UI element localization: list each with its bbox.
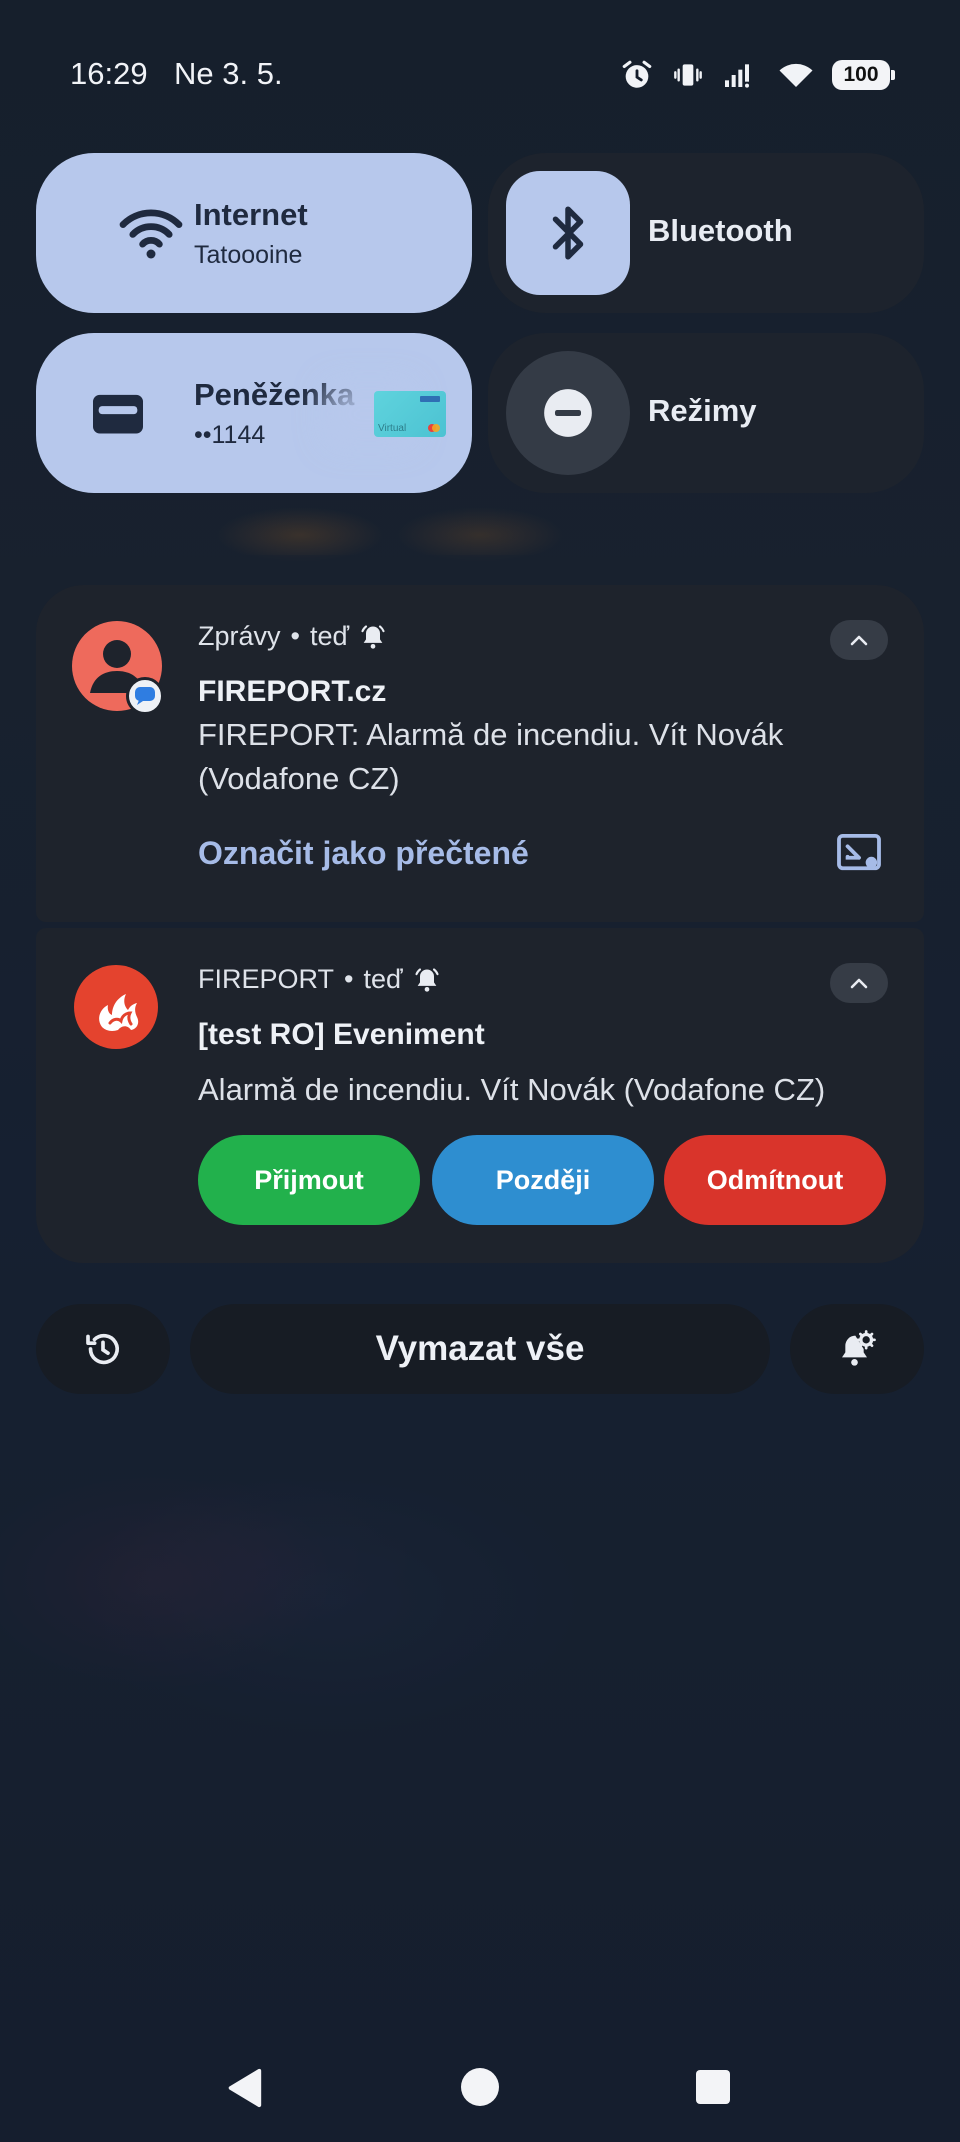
modes-toggle[interactable] bbox=[506, 351, 630, 475]
do-not-disturb-icon bbox=[544, 389, 592, 437]
fireport-app-icon bbox=[74, 965, 158, 1049]
tile-wallet-title: Peněženka bbox=[194, 377, 355, 412]
alert-bell-icon bbox=[415, 967, 439, 992]
notification-title: [test RO] Eveniment bbox=[198, 1018, 485, 1051]
tile-internet[interactable]: Internet Tatoooine bbox=[36, 153, 472, 313]
notification-meta: Zprávy • teď bbox=[198, 621, 387, 652]
tile-bluetooth[interactable]: Bluetooth bbox=[488, 153, 924, 313]
recents-icon[interactable] bbox=[696, 2070, 730, 2104]
notification-settings-button[interactable] bbox=[790, 1304, 924, 1394]
notification-time: teď bbox=[309, 621, 350, 651]
notification-messages[interactable]: Zprávy • teď FIREPORT.cz FIREPORT: Alarm… bbox=[36, 585, 924, 922]
later-button[interactable]: Později bbox=[432, 1135, 654, 1225]
history-button[interactable] bbox=[36, 1304, 170, 1394]
chat-bubble-icon bbox=[135, 687, 155, 705]
messages-app-badge bbox=[126, 677, 164, 715]
clear-all-button[interactable]: Vymazat vše bbox=[190, 1304, 770, 1394]
decline-button[interactable]: Odmítnout bbox=[664, 1135, 886, 1225]
notification-group: Zprávy • teď FIREPORT.cz FIREPORT: Alarm… bbox=[36, 585, 924, 1263]
signal-icon bbox=[725, 64, 749, 88]
alarm-icon bbox=[622, 60, 652, 88]
chevron-up-icon bbox=[850, 978, 868, 989]
contact-avatar bbox=[72, 621, 164, 715]
back-icon[interactable] bbox=[224, 2067, 264, 2109]
accept-button[interactable]: Přijmout bbox=[198, 1135, 420, 1225]
date: Ne 3. 5. bbox=[174, 56, 283, 91]
reply-window-icon[interactable] bbox=[836, 833, 882, 873]
alert-bell-icon bbox=[361, 624, 385, 649]
tile-internet-title: Internet bbox=[194, 197, 308, 232]
wallet-icon bbox=[93, 394, 143, 434]
collapse-button[interactable] bbox=[830, 963, 888, 1003]
notification-text: Alarmă de incendiu. Vít Novák (Vodafone … bbox=[198, 1072, 826, 1107]
bluetooth-toggle[interactable] bbox=[506, 171, 630, 295]
wifi-icon bbox=[119, 209, 183, 259]
bell-settings-icon bbox=[842, 1330, 876, 1366]
flame-icon bbox=[99, 994, 139, 1031]
notification-meta: FIREPORT • teď bbox=[198, 964, 441, 995]
vibrate-icon bbox=[674, 64, 702, 86]
tile-modes[interactable]: Režimy bbox=[488, 333, 924, 493]
app-name: Zprávy bbox=[198, 621, 281, 651]
tile-wallet-subtitle: ••1144 bbox=[194, 421, 266, 449]
notification-text: FIREPORT: Alarmă de incendiu. Vít Novák … bbox=[198, 717, 784, 796]
tile-bluetooth-title: Bluetooth bbox=[648, 213, 793, 248]
tile-internet-subtitle: Tatoooine bbox=[194, 241, 303, 269]
card-label: Virtual bbox=[378, 423, 407, 434]
wifi-icon bbox=[779, 63, 813, 87]
app-name: FIREPORT bbox=[198, 964, 335, 994]
mark-as-read-action[interactable]: Označit jako přečtené bbox=[198, 835, 529, 872]
home-icon[interactable] bbox=[461, 2068, 499, 2106]
status-icons: 100 bbox=[620, 58, 895, 92]
navigation-bar bbox=[0, 2063, 960, 2113]
card-brand-icon bbox=[428, 424, 440, 432]
payment-card-thumbnail: Virtual bbox=[374, 391, 446, 437]
tile-modes-title: Režimy bbox=[648, 393, 757, 428]
battery-icon: 100 bbox=[832, 60, 895, 90]
clock: 16:29 bbox=[70, 56, 148, 91]
history-icon bbox=[86, 1333, 119, 1365]
collapse-button[interactable] bbox=[830, 620, 888, 660]
notification-time: teď bbox=[363, 964, 403, 994]
bluetooth-icon bbox=[552, 206, 584, 260]
chevron-up-icon bbox=[850, 635, 868, 646]
clear-all-label: Vymazat vše bbox=[375, 1329, 585, 1368]
status-bar: 16:29 Ne 3. 5. 100 bbox=[0, 50, 960, 102]
tile-wallet[interactable]: Peněženka ••1144 Virtual bbox=[36, 333, 472, 493]
notification-title: FIREPORT.cz bbox=[198, 675, 387, 708]
